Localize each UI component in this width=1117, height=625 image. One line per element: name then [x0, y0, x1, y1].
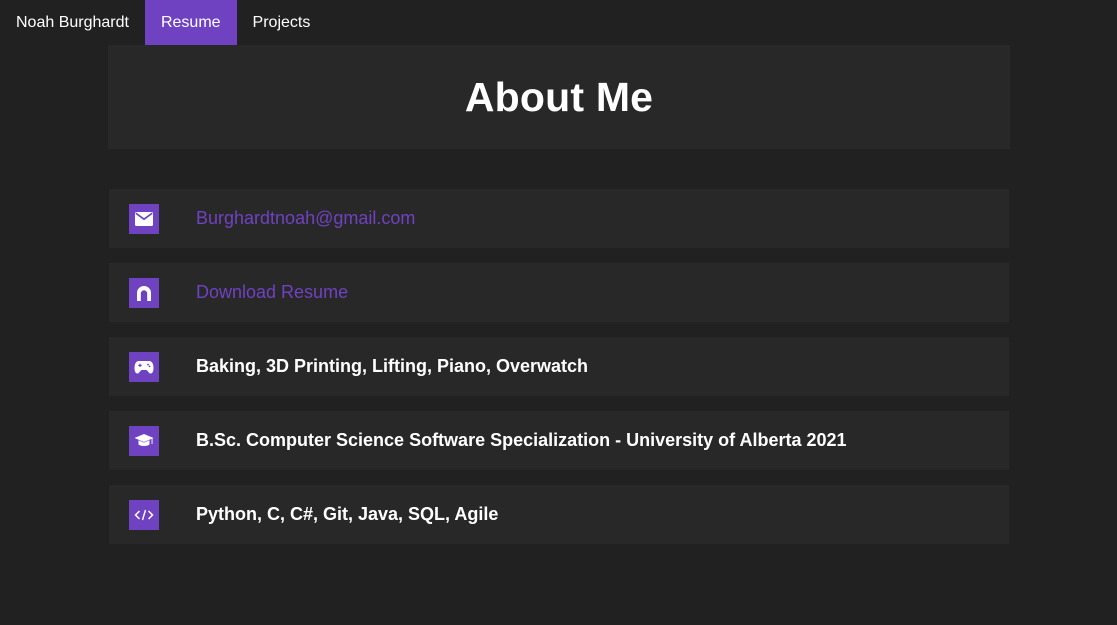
nav-item-home[interactable]: Noah Burghardt	[0, 0, 145, 45]
email-link[interactable]: Burghardtnoah@gmail.com	[196, 208, 415, 229]
code-icon	[129, 499, 159, 530]
download-resume-link[interactable]: Download Resume	[196, 282, 348, 303]
education-row: B.Sc. Computer Science Software Speciali…	[109, 411, 1009, 470]
skills-row: Python, C, C#, Git, Java, SQL, Agile	[109, 485, 1009, 544]
top-navbar: Noah Burghardt Resume Projects	[0, 0, 326, 45]
resume-row: Download Resume	[109, 263, 1009, 322]
hobbies-row: Baking, 3D Printing, Lifting, Piano, Ove…	[109, 337, 1009, 396]
nav-item-resume[interactable]: Resume	[144, 0, 237, 45]
resume-icon	[129, 277, 159, 308]
page-title: About Me	[464, 73, 654, 120]
graduation-cap-icon	[129, 425, 159, 456]
skills-text: Python, C, C#, Git, Java, SQL, Agile	[196, 504, 499, 524]
info-list: Burghardtnoah@gmail.com Download Resume …	[109, 189, 1009, 559]
hobbies-text: Baking, 3D Printing, Lifting, Piano, Ove…	[196, 356, 589, 376]
email-row: Burghardtnoah@gmail.com	[109, 189, 1009, 248]
gamepad-icon	[129, 351, 159, 382]
nav-item-projects[interactable]: Projects	[237, 0, 327, 45]
envelope-icon	[129, 203, 159, 234]
header-card: About Me	[108, 45, 1010, 149]
education-text: B.Sc. Computer Science Software Speciali…	[196, 430, 847, 450]
